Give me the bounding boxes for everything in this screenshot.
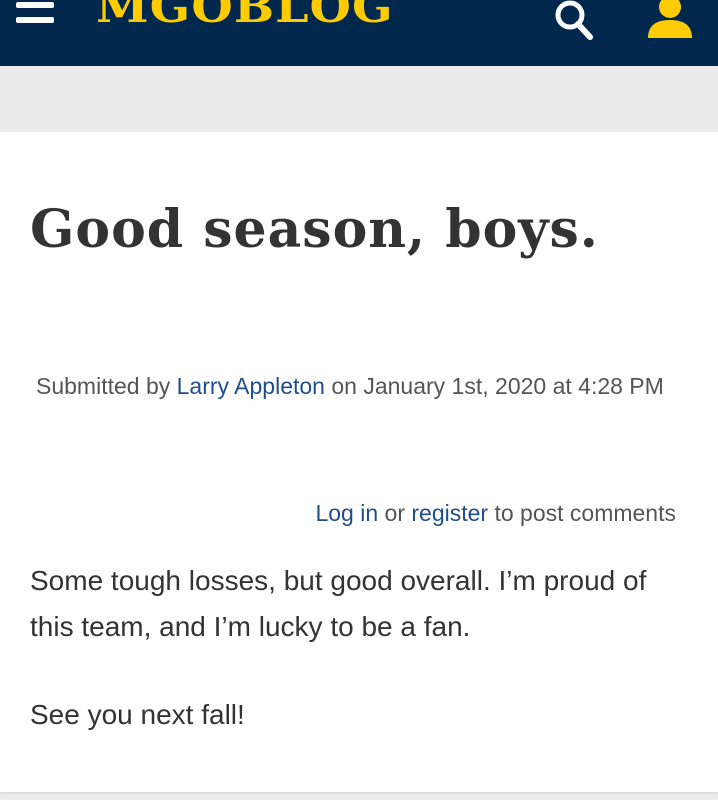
comments-suffix: to post comments <box>494 500 676 526</box>
on-label: on <box>331 373 357 399</box>
body-paragraph: Some tough losses, but good overall. I’m… <box>30 565 647 642</box>
top-navigation-bar: MGOBLOG <box>0 0 718 66</box>
post-body: Some tough losses, but good overall. I’m… <box>30 558 690 780</box>
hamburger-menu-icon[interactable] <box>16 0 56 34</box>
menu-bar-line <box>16 17 54 23</box>
user-icon[interactable] <box>640 0 700 42</box>
menu-bar-line <box>16 2 54 8</box>
or-label: or <box>384 500 405 526</box>
author-link[interactable]: Larry Appleton <box>177 373 325 399</box>
site-logo[interactable]: MGOBLOG <box>96 0 394 30</box>
log-in-link[interactable]: Log in <box>315 500 378 526</box>
register-link[interactable]: register <box>411 500 488 526</box>
submitted-by-label: Submitted by <box>36 373 171 399</box>
header-spacer-band <box>0 66 718 132</box>
post-meta: Submitted by Larry Appleton on January 1… <box>36 362 686 410</box>
search-icon[interactable] <box>548 0 600 42</box>
comments-login-prompt: Log in or register to post comments <box>315 498 676 528</box>
post-title: Good season, boys. <box>30 199 599 260</box>
post-card: Good season, boys. Submitted by Larry Ap… <box>0 132 718 792</box>
post-date: January 1st, 2020 at 4:28 PM <box>363 373 664 399</box>
body-paragraph: See you next fall! <box>30 699 245 730</box>
